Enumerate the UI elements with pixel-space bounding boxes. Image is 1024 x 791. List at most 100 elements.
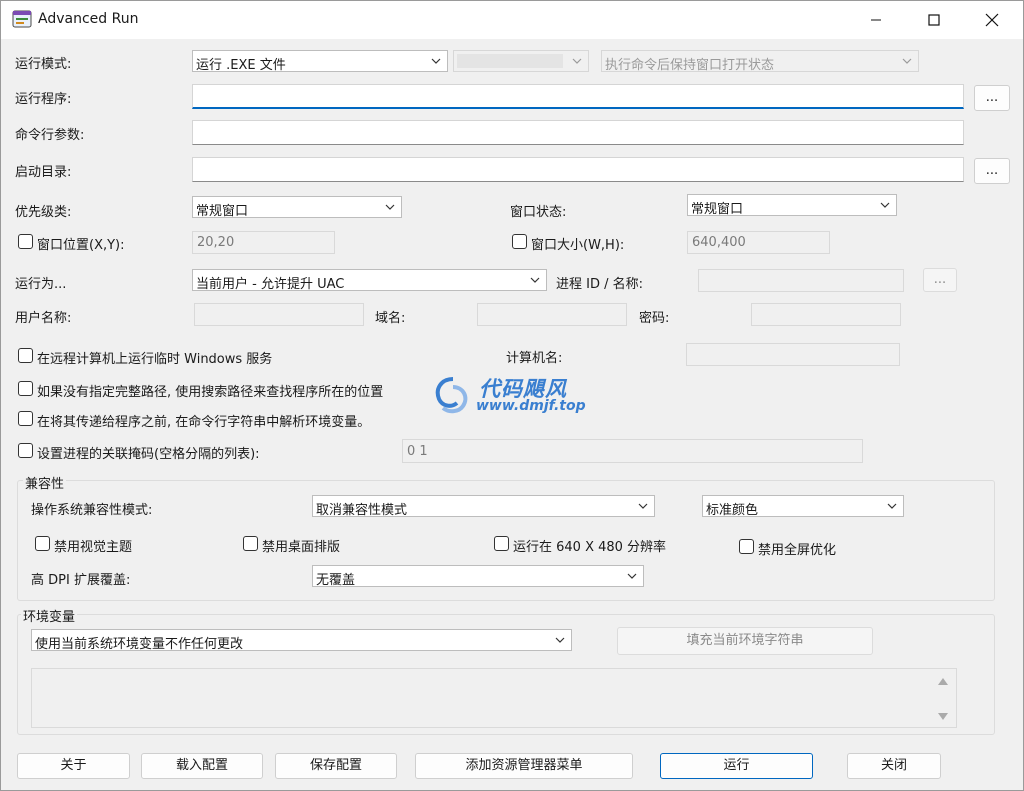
remote-service-label: 在远程计算机上运行临时 Windows 服务 — [37, 352, 273, 367]
disable-desktop-composition-label: 禁用桌面排版 — [262, 540, 341, 555]
load-config-button[interactable]: 载入配置 — [141, 753, 263, 779]
keep-window-open-value: 执行命令后保持窗口打开状态 — [605, 58, 775, 73]
window-position-value: 20,20 — [197, 235, 235, 250]
app-icon — [12, 10, 32, 28]
about-button[interactable]: 关于 — [17, 753, 130, 779]
affinity-label: 设置进程的关联掩码(空格分隔的列表): — [37, 447, 260, 462]
program-browse-button[interactable]: ... — [974, 85, 1010, 111]
window-state-label: 窗口状态: — [510, 205, 567, 220]
color-mode-select[interactable]: 标准颜色 — [702, 495, 904, 518]
watermark-logo-icon — [435, 377, 468, 414]
chevron-down-icon — [555, 637, 565, 643]
domain-input[interactable] — [477, 303, 627, 326]
run-button[interactable]: 运行 — [660, 753, 813, 779]
chevron-down-icon — [880, 202, 890, 208]
watermark-url: www.dmjf.top — [476, 398, 586, 414]
start-directory-input[interactable] — [192, 157, 964, 182]
run-mode-label: 运行模式: — [15, 57, 72, 72]
dpi-override-label: 高 DPI 扩展覆盖: — [31, 573, 131, 588]
scroll-down-icon[interactable] — [938, 713, 948, 721]
password-label: 密码: — [639, 311, 670, 326]
program-label: 运行程序: — [15, 92, 72, 107]
window-position-checkbox[interactable] — [18, 234, 33, 249]
fill-environment-button[interactable]: 填充当前环境字符串 — [617, 627, 873, 655]
scroll-up-icon[interactable] — [938, 677, 948, 685]
remote-service-checkbox[interactable] — [18, 348, 33, 363]
close-window-button[interactable] — [969, 1, 1015, 39]
process-id-input[interactable] — [698, 269, 904, 292]
disable-desktop-composition-checkbox[interactable] — [243, 536, 258, 551]
window-position-input[interactable]: 20,20 — [192, 231, 335, 254]
affinity-checkbox[interactable] — [18, 443, 33, 458]
chevron-down-icon — [572, 58, 582, 64]
environment-mode-value: 使用当前系统环境变量不作任何更改 — [35, 637, 244, 652]
run-as-value: 当前用户 - 允许提升 UAC — [196, 277, 345, 292]
run-as-select[interactable]: 当前用户 - 允许提升 UAC — [192, 269, 547, 292]
priority-value: 常规窗口 — [196, 204, 249, 219]
title-bar: Advanced Run — [1, 1, 1023, 39]
os-compat-select[interactable]: 取消兼容性模式 — [312, 495, 655, 518]
environment-group-title: 环境变量 — [21, 606, 78, 625]
expand-env-checkbox[interactable] — [18, 411, 33, 426]
window-size-value: 640,400 — [692, 235, 746, 250]
compatibility-group-title: 兼容性 — [23, 473, 67, 492]
chevron-down-icon — [627, 573, 637, 579]
save-config-button[interactable]: 保存配置 — [275, 753, 397, 779]
run-mode-secondary-select[interactable] — [453, 50, 589, 72]
chevron-down-icon — [887, 503, 897, 509]
window-size-input[interactable]: 640,400 — [687, 231, 830, 254]
program-path-input[interactable] — [192, 84, 964, 109]
maximize-button[interactable] — [911, 1, 957, 39]
chevron-down-icon — [530, 277, 540, 283]
environment-variables-textarea[interactable] — [31, 668, 957, 728]
startdir-browse-button[interactable]: ... — [974, 158, 1010, 184]
window-size-label: 窗口大小(W,H): — [531, 238, 625, 253]
run-mode-select[interactable]: 运行 .EXE 文件 — [192, 50, 448, 73]
close-icon — [985, 13, 999, 27]
disable-themes-checkbox[interactable] — [35, 536, 50, 551]
environment-mode-select[interactable]: 使用当前系统环境变量不作任何更改 — [31, 629, 572, 652]
process-browse-button[interactable]: ... — [923, 268, 957, 292]
os-compat-label: 操作系统兼容性模式: — [31, 503, 153, 518]
computer-name-input[interactable] — [686, 343, 900, 366]
run-as-label: 运行为... — [15, 277, 67, 292]
chevron-down-icon — [902, 58, 912, 64]
expand-env-label: 在将其传递给程序之前, 在命令行字符串中解析环境变量。 — [37, 415, 371, 430]
password-input[interactable] — [751, 303, 901, 326]
window-state-select[interactable]: 常规窗口 — [687, 194, 897, 217]
priority-select[interactable]: 常规窗口 — [192, 196, 402, 219]
affinity-mask-input[interactable]: 0 1 — [402, 439, 863, 463]
user-name-label: 用户名称: — [15, 311, 72, 326]
chevron-down-icon — [431, 58, 441, 64]
advanced-run-window: Advanced Run 运行模式: 运行 .EXE 文件 执行命令后保持窗口打… — [0, 0, 1024, 791]
startdir-label: 启动目录: — [15, 165, 72, 180]
color-mode-value: 标准颜色 — [706, 503, 759, 518]
priority-label: 优先级类: — [15, 205, 72, 220]
search-path-checkbox[interactable] — [18, 381, 33, 396]
disable-fullscreen-opt-checkbox[interactable] — [739, 539, 754, 554]
args-label: 命令行参数: — [15, 128, 85, 143]
chevron-down-icon — [385, 204, 395, 210]
user-name-input[interactable] — [194, 303, 364, 326]
minimize-button[interactable] — [853, 1, 899, 39]
window-title: Advanced Run — [38, 11, 139, 27]
disable-themes-label: 禁用视觉主题 — [54, 540, 133, 555]
domain-label: 域名: — [375, 311, 406, 326]
watermark: 代码飓风 www.dmjf.top — [431, 373, 601, 421]
run-640x480-checkbox[interactable] — [494, 536, 509, 551]
add-explorer-menu-button[interactable]: 添加资源管理器菜单 — [415, 753, 633, 779]
close-button[interactable]: 关闭 — [847, 753, 941, 779]
window-size-checkbox[interactable] — [512, 234, 527, 249]
command-line-args-input[interactable] — [192, 120, 964, 145]
keep-window-open-select[interactable]: 执行命令后保持窗口打开状态 — [601, 50, 919, 73]
dpi-override-select[interactable]: 无覆盖 — [312, 565, 644, 588]
minimize-icon — [871, 19, 881, 21]
disable-fullscreen-opt-label: 禁用全屏优化 — [758, 543, 837, 558]
window-position-label: 窗口位置(X,Y): — [37, 238, 125, 253]
search-path-label: 如果没有指定完整路径, 使用搜索路径来查找程序所在的位置 — [37, 385, 384, 400]
dpi-override-value: 无覆盖 — [316, 573, 356, 588]
run-mode-value: 运行 .EXE 文件 — [196, 58, 286, 73]
affinity-mask-value: 0 1 — [407, 444, 428, 459]
process-label: 进程 ID / 名称: — [556, 277, 644, 292]
chevron-down-icon — [638, 503, 648, 509]
